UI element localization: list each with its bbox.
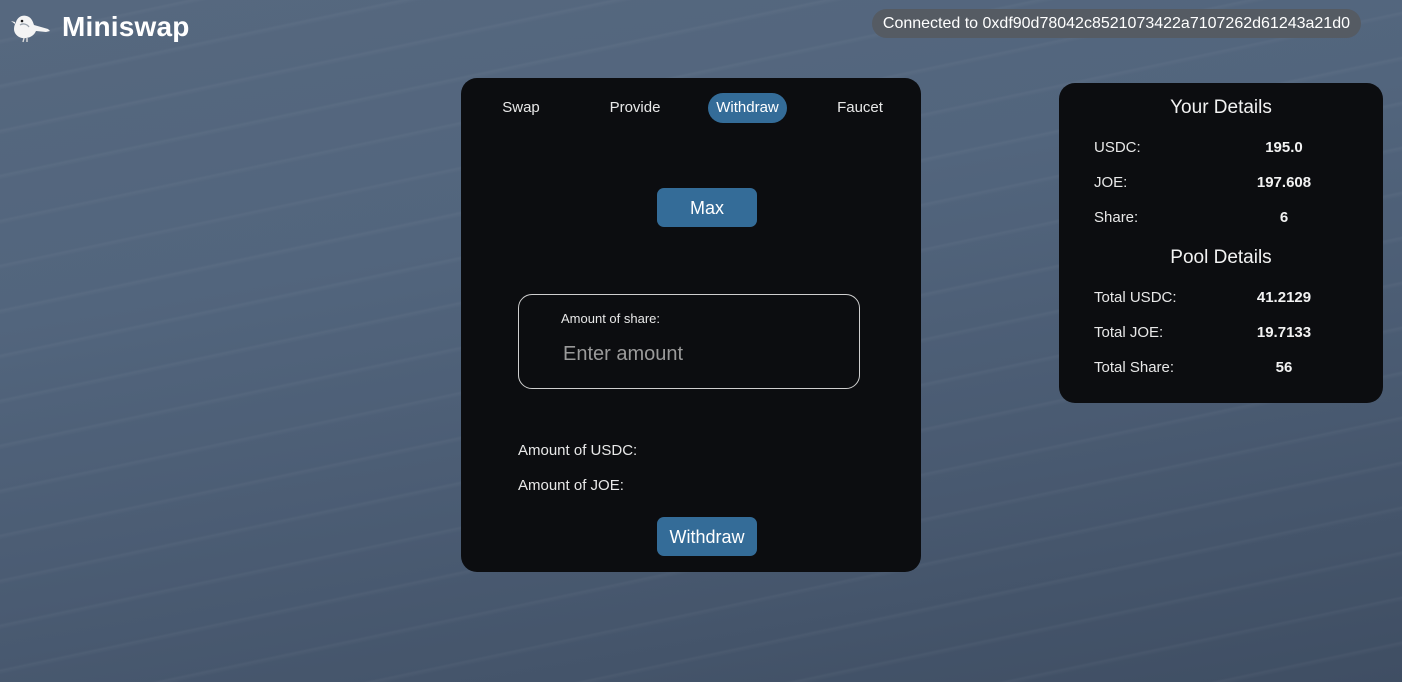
detail-row-total-share: Total Share: 56 <box>1059 359 1383 379</box>
wallet-connection-status[interactable]: Connected to 0xdf90d78042c8521073422a710… <box>871 9 1361 38</box>
tab-bar: Swap Provide Withdraw Faucet <box>461 93 921 123</box>
detail-row-usdc: USDC: 195.0 <box>1059 139 1383 159</box>
detail-value: 195.0 <box>1265 139 1303 156</box>
max-button[interactable]: Max <box>657 188 757 227</box>
detail-value: 56 <box>1275 359 1293 376</box>
joe-amount-result: Amount of JOE: <box>518 477 624 494</box>
detail-label: Share: <box>1094 209 1139 226</box>
detail-label: Total USDC: <box>1094 289 1177 306</box>
detail-value: 19.7133 <box>1256 324 1312 341</box>
detail-row-joe: JOE: 197.608 <box>1059 174 1383 194</box>
detail-row-share: Share: 6 <box>1059 209 1383 229</box>
bird-logo-icon <box>11 15 50 43</box>
brand-name: Miniswap <box>62 11 190 42</box>
tab-withdraw[interactable]: Withdraw <box>708 93 787 123</box>
detail-label: USDC: <box>1094 139 1141 156</box>
detail-value: 197.608 <box>1256 174 1312 191</box>
detail-value: 6 <box>1279 209 1289 226</box>
share-amount-field[interactable]: Amount of share: <box>518 294 860 389</box>
brand: Miniswap <box>10 10 190 44</box>
share-amount-label: Amount of share: <box>561 311 660 326</box>
usdc-amount-result: Amount of USDC: <box>518 442 638 459</box>
share-amount-input[interactable] <box>563 339 823 369</box>
details-card: Your Details USDC: 195.0 JOE: 197.608 Sh… <box>1059 83 1383 403</box>
tab-provide[interactable]: Provide <box>603 93 667 123</box>
tab-faucet[interactable]: Faucet <box>829 93 891 123</box>
pool-details-title: Pool Details <box>1170 247 1272 268</box>
detail-row-total-joe: Total JOE: 19.7133 <box>1059 324 1383 344</box>
detail-value: 41.2129 <box>1256 289 1312 306</box>
tab-swap[interactable]: Swap <box>491 93 551 123</box>
detail-label: Total Share: <box>1094 359 1175 376</box>
withdraw-button[interactable]: Withdraw <box>657 517 757 556</box>
detail-row-total-usdc: Total USDC: 41.2129 <box>1059 289 1383 309</box>
your-details-title: Your Details <box>1170 97 1272 118</box>
detail-label: Total JOE: <box>1094 324 1164 341</box>
detail-label: JOE: <box>1094 174 1128 191</box>
withdraw-card: Swap Provide Withdraw Faucet Max Amount … <box>461 78 921 572</box>
